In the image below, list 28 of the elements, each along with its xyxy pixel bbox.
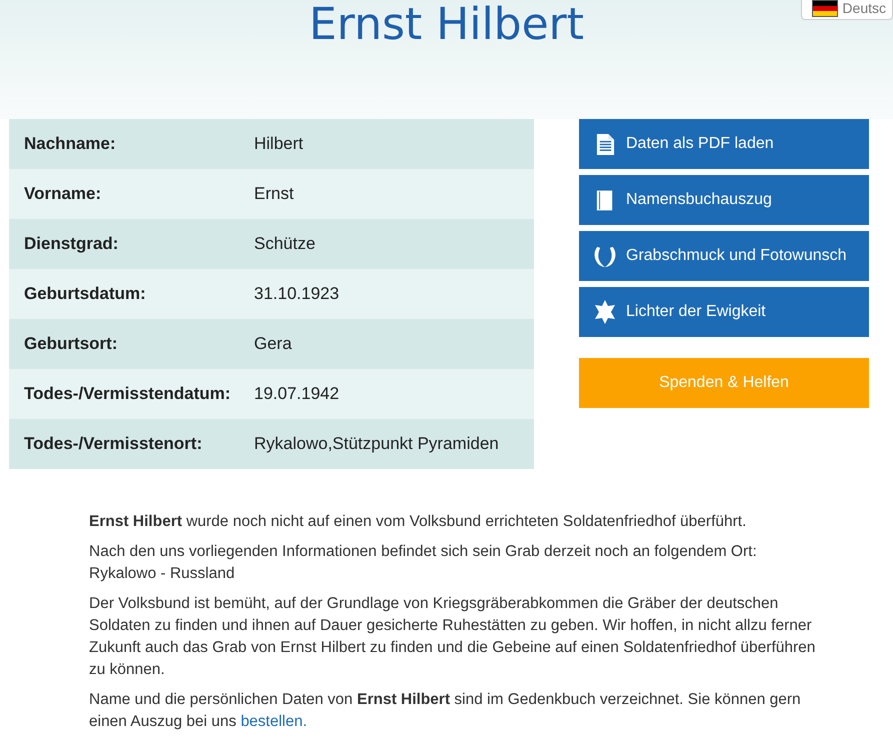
paragraph: Der Volksbund ist bemüht, auf der Grundlage von Kriegsgräberabkommen die Gräber der deutschen Soldaten zu finden und ihnen auf Dauer gesicherte Ruhestätten zu geben. Wir hoffen, in nicht allzu ferner Zukunft auch das Grab von Ernst Hilbert zu finden und die Gebeine auf einen Soldatenfriedhof überführen zu können. <box>89 594 816 680</box>
field-value: Schütze <box>253 234 316 254</box>
page-title: Ernst Hilbert <box>308 0 584 50</box>
field-value: Hilbert <box>253 134 304 154</box>
language-selector[interactable]: Deutsc <box>801 0 893 20</box>
star-icon <box>592 300 618 324</box>
field-value: 19.07.1942 <box>253 384 340 404</box>
field-label: Geburtsort: <box>23 334 118 354</box>
field-label: Todes-/Vermisstenort: <box>23 434 204 454</box>
action-button[interactable]: Daten als PDF laden <box>579 119 869 169</box>
field-value: 31.10.1923 <box>253 284 340 304</box>
action-button[interactable]: Lichter der Ewigkeit <box>579 287 869 337</box>
paragraph: Ernst Hilbert wurde noch nicht auf einen vom Volksbund errichteten Soldatenfriedhof überführt. <box>89 512 748 532</box>
paragraph: Name und die persönlichen Daten von Ernst Hilbert sind im Gedenkbuch verzeichnet. Sie können gern einen Auszug bei uns bestellen. <box>89 690 802 732</box>
field-label: Vorname: <box>23 184 102 204</box>
paragraph: Nach den uns vorliegenden Informationen befindet sich sein Grab derzeit noch an folgendem Ort: Rykalowo - Russland <box>89 542 758 584</box>
field-label: Dienstgrad: <box>23 234 120 254</box>
order-link[interactable]: bestellen. <box>240 713 308 730</box>
wreath-icon <box>592 244 618 268</box>
field-label: Geburtsdatum: <box>23 284 147 304</box>
field-value: Rykalowo,Stützpunkt Pyramiden <box>253 434 499 454</box>
field-label: Nachname: <box>23 134 117 154</box>
field-label: Todes-/Vermisstendatum: <box>23 384 232 404</box>
flag-icon <box>812 0 838 16</box>
field-value: Gera <box>253 334 292 354</box>
action-button[interactable]: Namensbuchauszug <box>579 175 869 225</box>
action-button[interactable]: Grabschmuck und Fotowunsch <box>579 231 869 281</box>
field-value: Ernst <box>253 184 294 204</box>
